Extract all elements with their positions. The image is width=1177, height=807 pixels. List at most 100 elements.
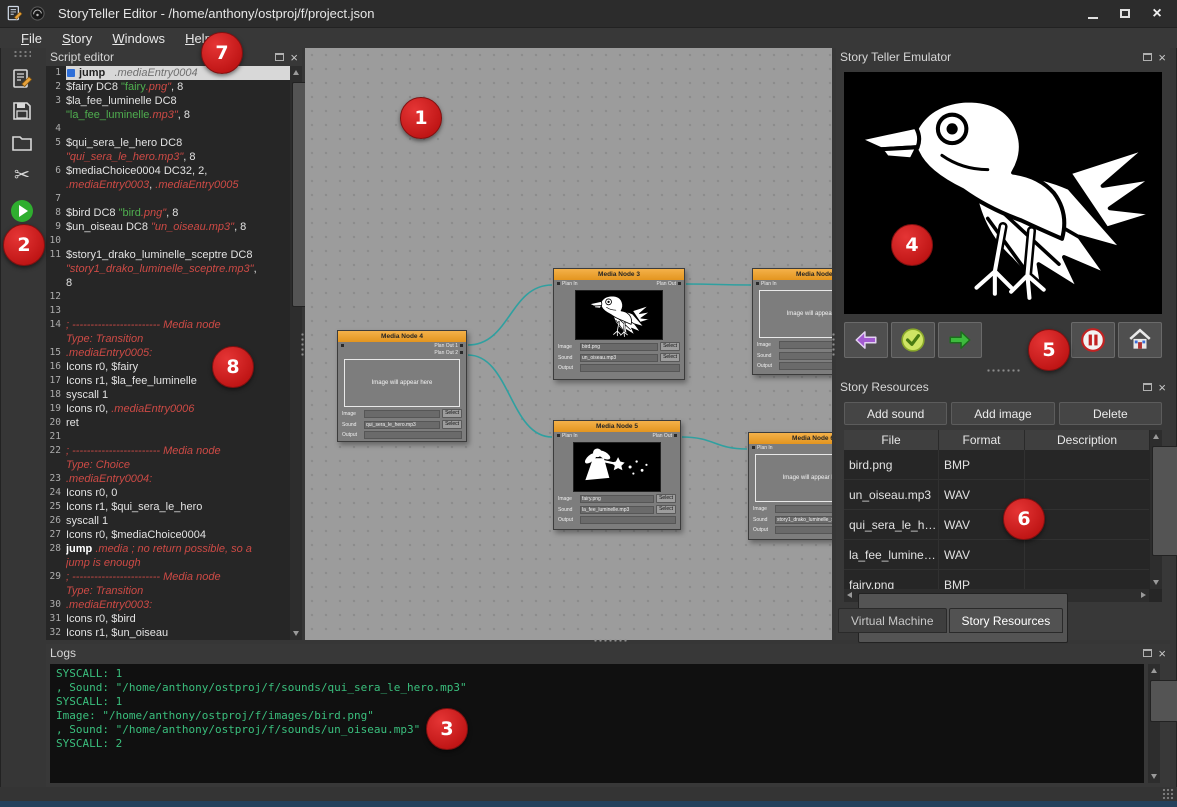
tab-story-resources[interactable]: Story Resources [949, 608, 1064, 633]
column-header-file[interactable]: File [844, 430, 939, 450]
editor-row[interactable]: 26syscall 1 [46, 514, 290, 528]
node-title[interactable]: Media Node 4 [338, 331, 466, 342]
input-port[interactable]: Plan In [752, 445, 773, 452]
cut-button[interactable]: ✂ [6, 160, 38, 190]
menu-story[interactable]: Story [53, 30, 101, 47]
graph-node[interactable]: Media Node 5Plan InPlan OutImagefairy.pn… [553, 420, 681, 530]
editor-row[interactable]: 14; ------------------------ Media node [46, 318, 290, 332]
node-title[interactable]: Media Node 3 [554, 269, 684, 280]
node-field-value[interactable] [580, 364, 680, 372]
select-button[interactable]: Select [442, 420, 462, 429]
node-field-value[interactable]: qui_sera_le_hero.mp3 [364, 421, 440, 429]
close-panel-icon[interactable]: × [1158, 383, 1166, 392]
graph-node[interactable]: Media Node 3Plan InPlan OutImagebird.png… [553, 268, 685, 380]
editor-row[interactable]: 6$mediaChoice0004 DC32, 2, [46, 164, 290, 178]
editor-row[interactable]: 32Icons r1, $un_oiseau [46, 626, 290, 640]
editor-lines[interactable]: 1jump .mediaEntry00042$fairy DC8 "fairy.… [46, 66, 290, 640]
editor-row[interactable]: 29; ------------------------ Media node [46, 570, 290, 584]
editor-row[interactable]: "story1_drako_luminelle_sceptre.mp3", [46, 262, 290, 276]
run-button[interactable] [6, 192, 38, 222]
editor-row[interactable]: 10 [46, 234, 290, 248]
node-title[interactable]: Media Node 5 [554, 421, 680, 432]
forward-button[interactable] [938, 322, 982, 358]
node-field-value[interactable]: un_oiseau.mp3 [580, 354, 658, 362]
editor-row[interactable]: 31Icons r0, $bird [46, 612, 290, 626]
graph-node[interactable]: Media Node 4Plan Out 1Plan Out 2Image wi… [337, 330, 467, 442]
pause-button[interactable] [1071, 322, 1115, 358]
output-port[interactable]: Plan Out 1 [434, 343, 463, 350]
editor-row[interactable]: 8$bird DC8 "bird.png", 8 [46, 206, 290, 220]
editor-row[interactable]: 28jump .media ; no return possible, so a [46, 542, 290, 556]
node-field-value[interactable] [779, 341, 832, 349]
node-field-value[interactable]: la_fee_luminelle.mp3 [580, 506, 654, 514]
editor-row[interactable]: 15.mediaEntry0005: [46, 346, 290, 360]
editor-row[interactable]: 22; ------------------------ Media node [46, 444, 290, 458]
editor-row[interactable]: 20ret [46, 416, 290, 430]
menu-file[interactable]: File [12, 30, 51, 47]
editor-row[interactable]: 17Icons r1, $la_fee_luminelle [46, 374, 290, 388]
input-port[interactable] [341, 343, 346, 357]
close-panel-icon[interactable]: × [290, 53, 298, 62]
toolbar-drag-handle[interactable] [13, 50, 31, 58]
select-button[interactable]: Select [656, 494, 676, 503]
add-sound-button[interactable]: Add sound [844, 402, 947, 425]
minimize-button[interactable] [1079, 4, 1107, 24]
node-field-value[interactable]: fairy.png [580, 495, 654, 503]
editor-row[interactable]: Type: Choice [46, 458, 290, 472]
input-port[interactable]: Plan In [756, 281, 777, 288]
editor-row[interactable]: 2$fairy DC8 "fairy.png", 8 [46, 80, 290, 94]
node-field-value[interactable] [779, 362, 832, 370]
node-field-value[interactable] [364, 410, 440, 418]
editor-row[interactable]: "la_fee_luminelle.mp3", 8 [46, 108, 290, 122]
editor-row[interactable]: 25Icons r1, $qui_sera_le_hero [46, 500, 290, 514]
resize-grip[interactable] [1162, 788, 1174, 800]
editor-row[interactable]: 27Icons r0, $mediaChoice0004 [46, 528, 290, 542]
graph-node[interactable]: Media Node 2Plan InPlan OutImage will ap… [752, 268, 832, 375]
editor-row[interactable]: 4 [46, 122, 290, 136]
node-title[interactable]: Media Node 6 [749, 433, 832, 444]
open-button[interactable] [6, 128, 38, 158]
delete-button[interactable]: Delete [1059, 402, 1162, 425]
table-vertical-scrollbar[interactable] [1150, 430, 1162, 589]
editor-row[interactable]: Type: Transition [46, 332, 290, 346]
logs-content[interactable]: SYSCALL: 1, Sound: "/home/anthony/ostpro… [50, 664, 1144, 783]
editor-row[interactable]: 12 [46, 290, 290, 304]
maximize-button[interactable] [1111, 4, 1139, 24]
column-header-description[interactable]: Description [1025, 430, 1149, 450]
float-panel-icon[interactable] [1143, 53, 1152, 61]
node-field-value[interactable] [775, 526, 832, 534]
editor-row[interactable]: 7 [46, 192, 290, 206]
table-row[interactable]: la_fee_lumine…WAV [844, 540, 1149, 570]
float-panel-icon[interactable] [1143, 649, 1152, 657]
title-bar[interactable]: StoryTeller Editor - /home/anthony/ostpr… [0, 0, 1177, 28]
node-canvas[interactable]: Media Node 4Plan Out 1Plan Out 2Image wi… [305, 48, 832, 640]
editor-row[interactable]: 3$la_fee_luminelle DC8 [46, 94, 290, 108]
select-button[interactable]: Select [442, 409, 462, 418]
home-button[interactable] [1118, 322, 1162, 358]
tab-virtual-machine[interactable]: Virtual Machine [838, 608, 947, 633]
close-panel-icon[interactable]: × [1158, 649, 1166, 658]
validate-button[interactable] [891, 322, 935, 358]
column-header-format[interactable]: Format [939, 430, 1025, 450]
node-title[interactable]: Media Node 2 [753, 269, 832, 280]
editor-row[interactable]: 24Icons r0, 0 [46, 486, 290, 500]
menu-windows[interactable]: Windows [103, 30, 174, 47]
table-row[interactable]: qui_sera_le_h…WAV [844, 510, 1149, 540]
editor-row[interactable]: 5$qui_sera_le_hero DC8 [46, 136, 290, 150]
output-port[interactable]: Plan Out 2 [434, 350, 463, 357]
editor-row[interactable]: 19Icons r0, .mediaEntry0006 [46, 402, 290, 416]
editor-row[interactable]: 9$un_oiseau DC8 "un_oiseau.mp3", 8 [46, 220, 290, 234]
add-image-button[interactable]: Add image [951, 402, 1054, 425]
select-button[interactable]: Select [660, 342, 680, 351]
editor-row[interactable]: .mediaEntry0003, .mediaEntry0005 [46, 178, 290, 192]
node-field-value[interactable] [779, 352, 832, 360]
editor-row[interactable]: 11$story1_drako_luminelle_sceptre DC8 [46, 248, 290, 262]
float-panel-icon[interactable] [275, 53, 284, 61]
table-horizontal-scrollbar[interactable] [844, 589, 1149, 602]
node-field-value[interactable] [775, 505, 832, 513]
new-script-button[interactable] [6, 64, 38, 94]
input-port[interactable]: Plan In [557, 281, 578, 288]
output-port[interactable]: Plan Out [653, 433, 677, 440]
output-port[interactable]: Plan Out [657, 281, 681, 288]
table-row[interactable]: un_oiseau.mp3WAV [844, 480, 1149, 510]
